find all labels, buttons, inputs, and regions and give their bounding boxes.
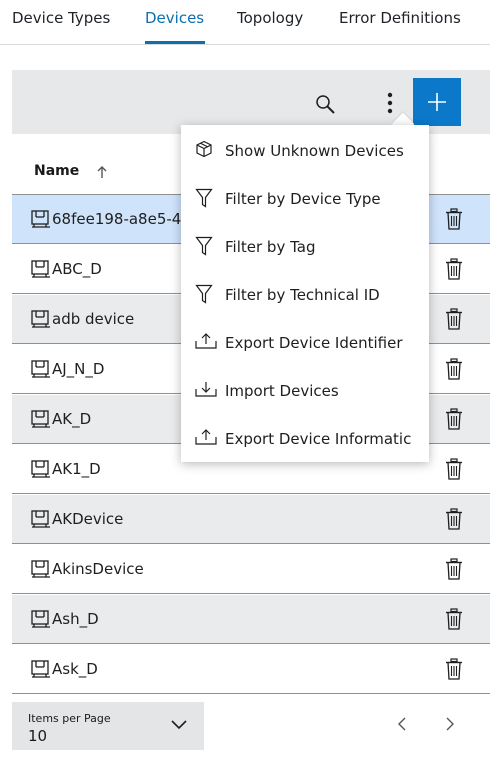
device-icon xyxy=(31,660,50,678)
filter-icon xyxy=(195,236,213,260)
add-device-button[interactable] xyxy=(413,78,461,126)
delete-button[interactable] xyxy=(445,608,463,634)
delete-button[interactable] xyxy=(445,558,463,584)
delete-button[interactable] xyxy=(445,658,463,684)
more-options-button[interactable] xyxy=(380,88,400,118)
menu-item-label: Import Devices xyxy=(225,382,339,400)
menu-item-label: Filter by Technical ID xyxy=(225,286,380,304)
menu-item-export-device-identifier[interactable]: Export Device Identifier xyxy=(181,319,429,367)
device-icon xyxy=(31,510,50,528)
trash-icon xyxy=(446,458,462,480)
device-icon xyxy=(31,210,50,228)
trash-icon xyxy=(446,308,462,330)
items-per-page-value: 10 xyxy=(28,727,48,745)
device-icon xyxy=(30,559,52,583)
filter-icon xyxy=(195,188,213,212)
device-icon xyxy=(30,259,52,283)
device-icon xyxy=(30,209,52,233)
chevron-down-icon xyxy=(171,720,187,730)
device-icon xyxy=(31,460,50,478)
device-icon xyxy=(30,459,52,483)
trash-icon xyxy=(446,358,462,380)
previous-page-button[interactable] xyxy=(396,716,408,732)
tab-device-types[interactable]: Device Types xyxy=(12,9,110,27)
upload-icon xyxy=(195,428,217,450)
table-row[interactable]: AKDevice xyxy=(12,495,490,544)
device-name: Ask_D xyxy=(52,660,98,678)
device-name: AkinsDevice xyxy=(52,560,144,578)
filter-icon xyxy=(195,284,213,308)
trash-icon xyxy=(446,408,462,430)
delete-button[interactable] xyxy=(445,258,463,284)
menu-item-export-device-information[interactable]: Export Device Informatic xyxy=(181,415,429,462)
more-vertical-icon xyxy=(387,92,393,114)
menu-item-import-devices[interactable]: Import Devices xyxy=(181,367,429,415)
menu-item-label: Export Device Identifier xyxy=(225,334,403,352)
menu-item-label: Show Unknown Devices xyxy=(225,142,404,160)
device-icon xyxy=(30,359,52,383)
sort-ascending-icon[interactable] xyxy=(97,165,107,179)
delete-button[interactable] xyxy=(445,458,463,484)
download-icon xyxy=(195,380,217,402)
device-icon xyxy=(31,260,50,278)
device-icon xyxy=(31,360,50,378)
next-page-button[interactable] xyxy=(444,716,456,732)
device-icon xyxy=(30,609,52,633)
delete-button[interactable] xyxy=(445,208,463,234)
menu-item-label: Filter by Tag xyxy=(225,238,316,256)
device-name: ABC_D xyxy=(52,260,102,278)
trash-icon xyxy=(446,608,462,630)
column-header-name[interactable]: Name xyxy=(34,163,79,179)
table-row[interactable]: Ash_D xyxy=(12,595,490,644)
device-icon xyxy=(30,309,52,333)
menu-item-show-unknown-devices[interactable]: Show Unknown Devices xyxy=(181,127,429,175)
device-icon xyxy=(30,659,52,683)
device-name: Ash_D xyxy=(52,610,99,628)
menu-item-filter-by-tag[interactable]: Filter by Tag xyxy=(181,223,429,271)
table-row[interactable]: AkinsDevice xyxy=(12,545,490,594)
items-per-page-label: Items per Page xyxy=(28,712,111,725)
menu-item-filter-by-device-type[interactable]: Filter by Device Type xyxy=(181,175,429,223)
device-icon xyxy=(31,410,50,428)
device-name: AJ_N_D xyxy=(52,360,105,378)
device-icon xyxy=(31,610,50,628)
active-tab-indicator xyxy=(145,41,205,44)
device-icon xyxy=(30,509,52,533)
device-name: AK1_D xyxy=(52,460,101,478)
delete-button[interactable] xyxy=(445,508,463,534)
items-per-page-select[interactable]: Items per Page 10 xyxy=(12,702,204,750)
device-name: AK_D xyxy=(52,410,92,428)
trash-icon xyxy=(446,208,462,230)
menu-item-label: Filter by Device Type xyxy=(225,190,381,208)
tab-bar: Device Types Devices Topology Error Defi… xyxy=(0,0,490,45)
device-icon xyxy=(30,409,52,433)
trash-icon xyxy=(446,558,462,580)
device-name: adb device xyxy=(52,310,135,328)
cube-icon xyxy=(195,140,213,162)
menu-item-label: Export Device Informatic xyxy=(225,430,412,448)
tab-devices[interactable]: Devices xyxy=(145,9,204,27)
table-row[interactable]: Ask_D xyxy=(12,645,490,694)
device-icon xyxy=(31,560,50,578)
trash-icon xyxy=(446,258,462,280)
tab-error-definitions[interactable]: Error Definitions xyxy=(339,9,461,27)
delete-button[interactable] xyxy=(445,358,463,384)
delete-button[interactable] xyxy=(445,408,463,434)
trash-icon xyxy=(446,508,462,530)
more-options-menu: Show Unknown Devices Filter by Device Typ… xyxy=(181,125,429,462)
plus-icon xyxy=(428,93,446,111)
trash-icon xyxy=(446,658,462,680)
tab-topology[interactable]: Topology xyxy=(237,9,303,27)
device-name: 68fee198-a8e5-4 xyxy=(52,210,182,228)
device-name: AKDevice xyxy=(52,510,124,528)
upload-icon xyxy=(195,332,217,354)
search-icon xyxy=(316,95,335,114)
search-button[interactable] xyxy=(310,90,340,118)
delete-button[interactable] xyxy=(445,308,463,334)
menu-item-filter-by-technical-id[interactable]: Filter by Technical ID xyxy=(181,271,429,319)
device-icon xyxy=(31,310,50,328)
